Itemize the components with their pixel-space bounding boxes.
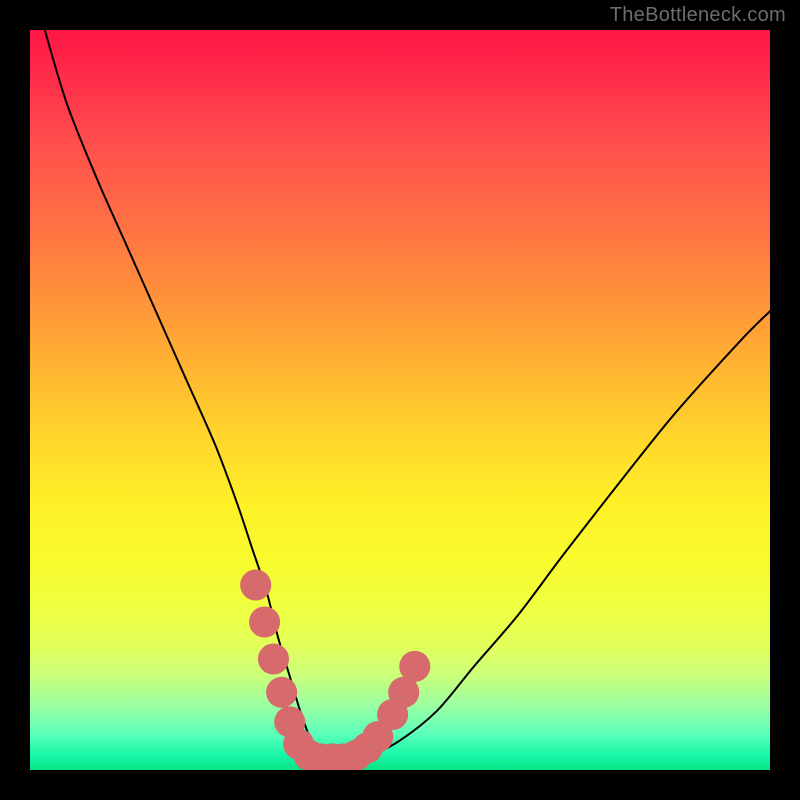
curve-marker bbox=[266, 677, 297, 708]
chart-stage: TheBottleneck.com bbox=[0, 0, 800, 800]
bottleneck-curve bbox=[45, 30, 770, 759]
curve-marker bbox=[258, 643, 289, 674]
curve-marker bbox=[399, 651, 430, 682]
plot-area bbox=[30, 30, 770, 770]
curve-layer bbox=[30, 30, 770, 770]
curve-marker bbox=[249, 606, 280, 637]
watermark-text: TheBottleneck.com bbox=[610, 4, 786, 27]
curve-marker bbox=[240, 569, 271, 600]
